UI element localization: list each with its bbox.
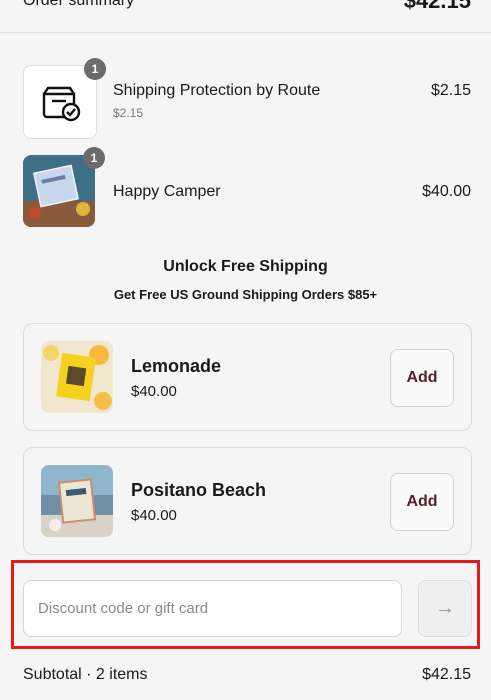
upsell-price: $40.00	[131, 383, 177, 400]
cart-item-shipping-protection: 1 Shipping Protection by Route $2.15 $2.…	[23, 58, 471, 139]
order-summary-header[interactable]: Order summary $42.15	[0, 0, 491, 33]
item-unit-price: $2.15	[113, 106, 144, 120]
subtotal-value: $42.15	[422, 666, 471, 683]
upsell-name: Positano Beach	[131, 480, 267, 500]
discount-code-input[interactable]	[23, 580, 402, 637]
product-image	[41, 465, 113, 537]
order-summary-title: Order summary	[23, 0, 135, 9]
item-thumbnail: 1	[23, 58, 106, 139]
item-thumbnail: 1	[23, 147, 105, 227]
subtotal-label: Subtotal · 2 items	[23, 666, 148, 683]
order-total: $42.15	[403, 0, 471, 13]
add-button[interactable]: Add	[390, 349, 454, 407]
quantity-badge: 1	[84, 58, 106, 80]
upsell-card-positano-beach: Positano Beach $40.00 Add	[23, 447, 472, 555]
item-name: Happy Camper	[113, 183, 221, 200]
package-check-icon	[42, 86, 81, 122]
cart-item-happy-camper: 1 Happy Camper $40.00	[23, 147, 471, 229]
free-shipping-subtitle: Get Free US Ground Shipping Orders $85+	[113, 287, 378, 302]
add-button[interactable]: Add	[390, 473, 454, 531]
upsell-name: Lemonade	[131, 356, 222, 376]
quantity-badge: 1	[83, 147, 105, 169]
arrow-right-icon: →	[435, 597, 455, 619]
item-price: $2.15	[430, 82, 471, 99]
apply-discount-button[interactable]: →	[418, 580, 472, 637]
product-thumbnail	[41, 465, 113, 537]
product-image	[41, 341, 113, 413]
item-price: $40.00	[422, 183, 471, 200]
upsell-price: $40.00	[131, 507, 177, 524]
free-shipping-title: Unlock Free Shipping	[163, 258, 328, 275]
upsell-card-lemonade: Lemonade $40.00 Add	[23, 323, 472, 431]
item-name: Shipping Protection by Route	[113, 82, 321, 99]
product-thumbnail	[41, 341, 113, 413]
product-image	[23, 155, 95, 227]
